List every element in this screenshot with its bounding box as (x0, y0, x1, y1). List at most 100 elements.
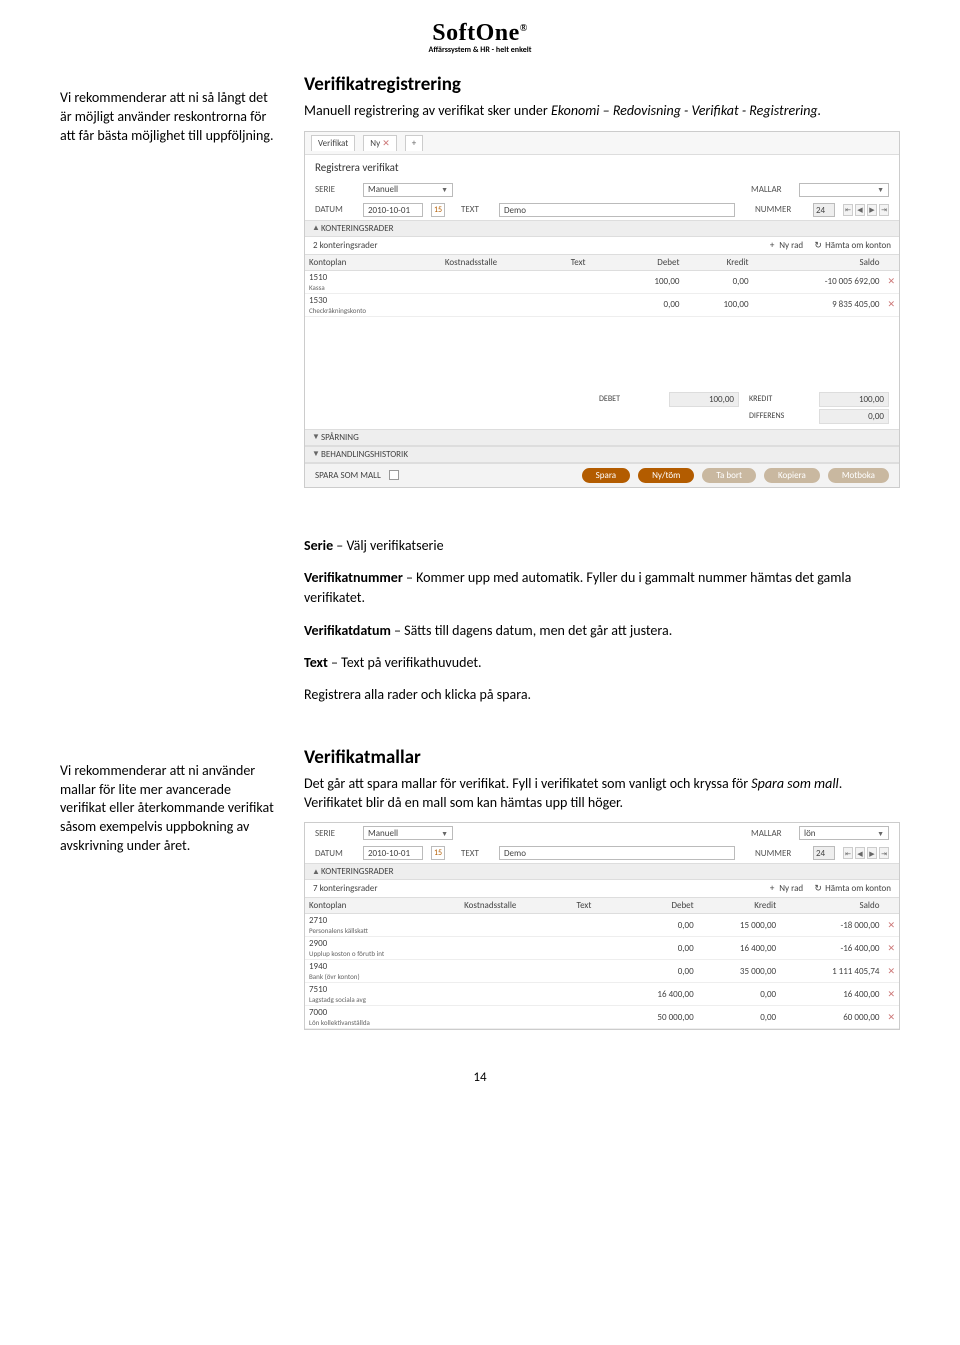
ta-bort-button[interactable]: Ta bort (702, 468, 756, 483)
tab-ny[interactable]: Ny ✕ (363, 135, 396, 151)
text-input[interactable]: Demo (499, 203, 735, 217)
verifikat-screenshot-2: SERIE Manuell▼ MALLAR lön▼ DATUM 2010-10… (304, 822, 900, 1030)
label-total-debet: DEBET (599, 394, 659, 404)
next-icon: ▶ (867, 847, 877, 859)
datum-input[interactable]: 2010-10-01 (363, 846, 423, 860)
nummer-spinner[interactable]: ⇤◀▶⇥ (843, 204, 889, 216)
datum-input[interactable]: 2010-10-01 (363, 203, 423, 217)
logo-text: SoftOne® (60, 20, 900, 47)
delete-row-icon[interactable]: ✕ (883, 270, 899, 293)
table-row[interactable]: 2710Personalens källskatt0,0015 000,00-1… (305, 914, 899, 937)
calendar-icon[interactable]: 15 (431, 846, 445, 860)
section-sparning[interactable]: ▼ SPÅRNING (305, 429, 899, 446)
plus-icon: + (767, 240, 777, 250)
delete-row-icon[interactable]: ✕ (883, 983, 899, 1006)
label-text: TEXT (461, 848, 491, 859)
serie-select[interactable]: Manuell▼ (363, 826, 453, 840)
col-debet: Debet (614, 254, 683, 270)
label-serie: SERIE (315, 828, 355, 839)
hamta-konton-button[interactable]: ↻ Hämta om konton (813, 883, 891, 894)
col-text: Text (573, 898, 616, 914)
table-row[interactable]: 1530Checkräkningskonto 0,00 100,00 9 835… (305, 293, 899, 316)
next-icon: ▶ (867, 204, 877, 216)
ny-rad-button[interactable]: + Ny rad (767, 883, 803, 894)
side-note-1: Vi rekommenderar att ni så långt det är … (60, 73, 280, 146)
refresh-icon: ↻ (813, 240, 823, 250)
label-mallar: MALLAR (751, 828, 791, 839)
totals-block: DEBET 100,00 KREDIT 100,00 DIFFERENS 0,0… (305, 387, 899, 429)
label-mallar: MALLAR (751, 184, 791, 195)
close-icon[interactable]: ✕ (382, 138, 390, 149)
col-saldo: Saldo (753, 254, 884, 270)
col-kredit: Kredit (698, 898, 780, 914)
page-number: 14 (60, 1070, 900, 1085)
konterings-table: Kontoplan Kostnadsstalle Text Debet Kred… (305, 254, 899, 317)
motboka-button[interactable]: Motboka (828, 468, 889, 483)
first-icon: ⇤ (843, 847, 853, 859)
collapse-down-icon: ▼ (311, 449, 321, 459)
label-total-kredit: KREDIT (749, 394, 809, 404)
serie-select[interactable]: Manuell▼ (363, 183, 453, 197)
section-konteringsrader[interactable]: ▲ KONTERINGSRADER (305, 220, 899, 237)
rows-count: 2 konteringsrader (313, 240, 377, 251)
plus-icon: + (767, 884, 777, 894)
table-row[interactable]: 7510Lagstadg sociala avg16 400,000,0016 … (305, 983, 899, 1006)
text-input[interactable]: Demo (499, 846, 735, 860)
label-datum: DATUM (315, 204, 355, 215)
nummer-input[interactable]: 24 (813, 846, 835, 860)
value-differens: 0,00 (819, 409, 889, 424)
chevron-down-icon: ▼ (877, 829, 884, 838)
section-konteringsrader[interactable]: ▲ KONTERINGSRADER (305, 863, 899, 880)
calendar-icon[interactable]: 15 (431, 203, 445, 217)
collapse-up-icon: ▲ (311, 223, 321, 233)
delete-row-icon[interactable]: ✕ (883, 914, 899, 937)
label-nummer: NUMMER (755, 848, 805, 859)
konterings-table-2: Kontoplan Kostnadsstalle Text Debet Kred… (305, 897, 899, 1029)
kopiera-button[interactable]: Kopiera (764, 468, 820, 483)
col-kontoplan: Kontoplan (305, 898, 460, 914)
intro-2: Det går att spara mallar för verifikat. … (304, 775, 900, 813)
delete-row-icon[interactable]: ✕ (883, 960, 899, 983)
col-kostnad: Kostnadsstalle (441, 254, 567, 270)
last-icon: ⇥ (879, 847, 889, 859)
intro-1: Manuell registrering av verifikat sker u… (304, 102, 900, 121)
delete-row-icon[interactable]: ✕ (883, 1006, 899, 1029)
spara-som-mall-checkbox[interactable] (389, 470, 399, 480)
delete-row-icon[interactable]: ✕ (883, 293, 899, 316)
value-total-debet: 100,00 (669, 392, 739, 407)
nummer-input[interactable]: 24 (813, 203, 835, 217)
logo-subtitle: Affärssystem & HR - helt enkelt (60, 45, 900, 55)
table-row[interactable]: 7000Lön kollektivanställda50 000,000,006… (305, 1006, 899, 1029)
table-row[interactable]: 2900Upplup koston o förutb int0,0016 400… (305, 937, 899, 960)
side-note-2: Vi rekommenderar att ni använder mallar … (60, 746, 280, 856)
mallar-select[interactable]: lön▼ (799, 826, 889, 840)
nummer-spinner[interactable]: ⇤◀▶⇥ (843, 847, 889, 859)
table-row[interactable]: 1510Kassa 100,00 0,00 -10 005 692,00 ✕ (305, 270, 899, 293)
hamta-konton-button[interactable]: ↻ Hämta om konton (813, 240, 891, 251)
col-kredit: Kredit (683, 254, 752, 270)
delete-row-icon[interactable]: ✕ (883, 937, 899, 960)
col-debet: Debet (615, 898, 697, 914)
tab-add-button[interactable]: + (405, 135, 423, 151)
chevron-down-icon: ▼ (441, 829, 448, 838)
label-text: TEXT (461, 204, 491, 215)
ny-rad-button[interactable]: + Ny rad (767, 240, 803, 251)
prev-icon: ◀ (855, 204, 865, 216)
tab-verifikat[interactable]: Verifikat (311, 135, 355, 151)
section-historik[interactable]: ▼ BEHANDLINGSHISTORIK (305, 446, 899, 463)
value-total-kredit: 100,00 (819, 392, 889, 407)
refresh-icon: ↻ (813, 884, 823, 894)
col-saldo: Saldo (780, 898, 883, 914)
mallar-select[interactable]: ▼ (799, 183, 889, 197)
spara-som-mall-label: SPARA SOM MALL (315, 470, 381, 481)
label-differens: DIFFERENS (749, 411, 809, 421)
table-row[interactable]: 1940Bank (övr konton)0,0035 000,001 111 … (305, 960, 899, 983)
ny-tom-button[interactable]: Ny/töm (638, 468, 694, 483)
label-nummer: NUMMER (755, 204, 805, 215)
field-descriptions: Serie – Välj verifikatserie Verifikatnum… (60, 536, 900, 706)
heading-verifikatmallar: Verifikatmallar (304, 746, 900, 769)
col-kontoplan: Kontoplan (305, 254, 441, 270)
verifikat-screenshot-1: Verifikat Ny ✕ + Registrera verifikat SE… (304, 131, 900, 488)
spara-button[interactable]: Spara (582, 468, 630, 483)
panel-title: Registrera verifikat (305, 155, 899, 180)
